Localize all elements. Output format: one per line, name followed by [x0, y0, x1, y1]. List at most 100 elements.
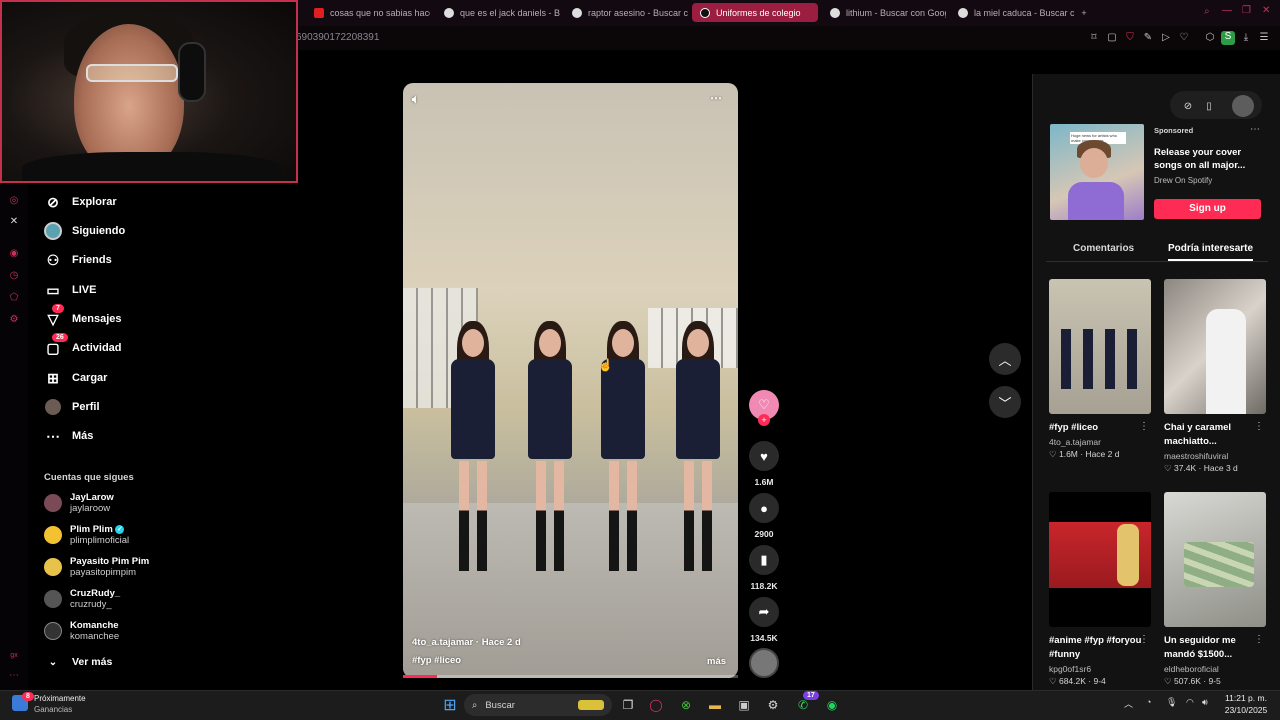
- follow-plus-icon[interactable]: +: [758, 414, 770, 426]
- compass-icon[interactable]: ⊘: [1177, 95, 1199, 117]
- download-icon[interactable]: ⤓: [1240, 32, 1252, 44]
- snapshot-icon[interactable]: ▢: [1106, 32, 1118, 44]
- heart-icon[interactable]: ♡: [1178, 32, 1190, 44]
- ad-advertiser[interactable]: Drew On Spotify: [1154, 176, 1212, 185]
- vpn-shield-icon[interactable]: ⛉: [1124, 32, 1136, 44]
- card-more-icon[interactable]: ⋮: [1254, 421, 1264, 432]
- comment-button[interactable]: ● 2900: [748, 493, 780, 539]
- recommended-thumbnail: [1164, 492, 1266, 627]
- settings-app-icon[interactable]: ⚙: [763, 695, 783, 715]
- account-komanche[interactable]: Komanche komanchee: [44, 618, 119, 644]
- nav-explorar[interactable]: ⊘ Explorar: [44, 191, 117, 213]
- nav-actividad[interactable]: ▢ 26 Actividad: [44, 333, 122, 359]
- google-icon: [830, 7, 840, 18]
- nav-siguiendo[interactable]: Siguiendo: [44, 220, 125, 242]
- creator-avatar-button[interactable]: ♡ +: [748, 390, 780, 426]
- settings-icon[interactable]: ⚙: [8, 314, 20, 326]
- video-author-line[interactable]: 4to_a.tajamar · Hace 2 d: [412, 637, 521, 648]
- recommended-card[interactable]: Chai y caramel machiatto... maestroshifu…: [1164, 279, 1266, 474]
- video-player[interactable]: 🔈︎ ⋯ 4to_a.tajamar · Hace 2 d #fyp #lice…: [403, 83, 738, 678]
- ad-more-icon[interactable]: ⋯: [1250, 124, 1260, 135]
- volume-icon[interactable]: 🔊︎: [1202, 697, 1208, 708]
- tab-miel[interactable]: la miel caduca - Buscar c: [950, 3, 1074, 22]
- news-widget-icon[interactable]: 8: [12, 692, 34, 711]
- store-icon[interactable]: ▣: [734, 695, 754, 715]
- profile-s-icon[interactable]: S: [1221, 31, 1235, 45]
- recommended-card[interactable]: #anime #fyp #foryou #funny kpg0of1sr6 ♡ …: [1049, 492, 1151, 687]
- search-tabs-icon[interactable]: ⌕: [1204, 6, 1210, 17]
- account-plimplim[interactable]: Plim Plim ✓ plimplimoficial: [44, 522, 129, 548]
- gx-icon[interactable]: gx: [8, 650, 20, 662]
- tray-app-icon[interactable]: ◔: [1146, 697, 1151, 707]
- ad-title[interactable]: Release your cover songs on all major...: [1154, 146, 1254, 172]
- share-button[interactable]: ➦ 134.5K: [748, 597, 780, 643]
- tab-recommended[interactable]: Podría interesarte: [1168, 243, 1254, 261]
- nav-mensajes[interactable]: ▽ 7 Mensajes: [44, 304, 122, 330]
- taskbar-search[interactable]: ⌕ Buscar: [464, 694, 612, 716]
- like-button[interactable]: ♥ 1.6M: [748, 441, 780, 487]
- tab-lithium[interactable]: lithium - Buscar con Goog: [822, 3, 946, 22]
- video-more-link[interactable]: más: [707, 656, 726, 667]
- play-icon[interactable]: ▷: [1160, 32, 1172, 44]
- tray-chevron-icon[interactable]: ︿: [1124, 697, 1133, 710]
- new-tab-button[interactable]: +: [1074, 3, 1094, 22]
- tab-comments[interactable]: Comentarios: [1073, 243, 1134, 254]
- signup-button[interactable]: Sign up: [1154, 199, 1261, 219]
- spotify-icon[interactable]: ◉: [822, 695, 842, 715]
- account-payasito[interactable]: Payasito Pim Pim payasitopimpim: [44, 554, 149, 580]
- extensions-icon[interactable]: ⬡: [1204, 32, 1216, 44]
- news-widget-title[interactable]: Próximamente: [34, 694, 86, 703]
- menu-icon[interactable]: ☰: [1258, 32, 1270, 44]
- system-clock[interactable]: 11:21 p. m. 23/10/2025: [1216, 692, 1276, 716]
- news-widget-subtitle[interactable]: Ganancias: [34, 705, 72, 714]
- player-icon[interactable]: ◉: [8, 248, 20, 260]
- volume-icon[interactable]: 🔈︎: [412, 92, 419, 107]
- history-icon[interactable]: ◷: [8, 270, 20, 282]
- card-more-icon[interactable]: ⋮: [1254, 634, 1264, 645]
- nav-mas[interactable]: ⋯ Más: [44, 425, 93, 447]
- x-icon[interactable]: ✕: [8, 216, 20, 228]
- close-icon[interactable]: ✕: [1262, 5, 1270, 16]
- windows-start-icon[interactable]: ⊞: [440, 695, 460, 715]
- see-more-link[interactable]: ⌄ Ver más: [44, 651, 113, 673]
- bookmark-icon[interactable]: ⌑: [1088, 32, 1100, 44]
- recommended-card[interactable]: #fyp #liceo 4to_a.tajamar ♡ 1.6M · Hace …: [1049, 279, 1151, 460]
- nav-friends[interactable]: ⚇ Friends: [44, 249, 112, 271]
- ad-thumbnail[interactable]: Huge news for artists who make cover son…: [1050, 124, 1144, 220]
- url-text[interactable]: 690390172208391: [296, 32, 379, 43]
- file-explorer-icon[interactable]: ▬: [705, 695, 725, 715]
- instagram-icon[interactable]: ◎: [8, 195, 20, 207]
- wifi-icon[interactable]: ◠: [1186, 697, 1194, 708]
- user-avatar[interactable]: [1232, 95, 1254, 117]
- save-button[interactable]: ▮ 118.2K: [748, 545, 780, 591]
- nav-live[interactable]: ▭ LIVE: [44, 279, 96, 301]
- tab-jack-daniels[interactable]: que es el jack daniels - B: [436, 3, 560, 22]
- next-video-button[interactable]: ﹀: [989, 386, 1021, 418]
- account-jaylarow[interactable]: JayLarow jaylaroow: [44, 490, 114, 516]
- video-progress-bar[interactable]: [403, 675, 738, 678]
- opera-gx-icon[interactable]: ◯: [646, 695, 666, 715]
- recommended-card[interactable]: Un seguidor me mandó $1500... eldheborof…: [1164, 492, 1266, 687]
- maximize-icon[interactable]: ❐: [1242, 5, 1251, 16]
- sound-disc-button[interactable]: [748, 648, 780, 678]
- card-more-icon[interactable]: ⋮: [1139, 634, 1149, 645]
- minimize-icon[interactable]: —: [1222, 5, 1232, 16]
- tab-raptor[interactable]: raptor asesino - Buscar c: [564, 3, 688, 22]
- whatsapp-icon[interactable]: ✆ 17: [793, 691, 819, 715]
- more-dots-icon[interactable]: ⋯: [8, 670, 20, 682]
- xbox-icon[interactable]: ⊗: [676, 695, 696, 715]
- nav-cargar[interactable]: ⊞ Cargar: [44, 367, 107, 389]
- translate-icon[interactable]: ✎: [1142, 32, 1154, 44]
- device-icon[interactable]: ▯: [1198, 95, 1220, 117]
- pinboard-icon[interactable]: ⬠: [8, 292, 20, 304]
- more-options-icon[interactable]: ⋯: [710, 91, 722, 105]
- microphone-icon[interactable]: 🎙︎: [1166, 697, 1177, 708]
- tab-youtube[interactable]: cosas que no sabias hace: [306, 3, 430, 22]
- tab-tiktok-active[interactable]: Uniformes de colegio: [692, 3, 818, 22]
- task-view-icon[interactable]: ❐: [618, 695, 638, 715]
- previous-video-button[interactable]: ︿: [989, 343, 1021, 375]
- video-hashtags[interactable]: #fyp #liceo: [412, 655, 461, 666]
- card-more-icon[interactable]: ⋮: [1139, 421, 1149, 432]
- account-cruzrudy[interactable]: CruzRudy_ cruzrudy_: [44, 586, 120, 612]
- nav-perfil[interactable]: Perfil: [44, 396, 100, 418]
